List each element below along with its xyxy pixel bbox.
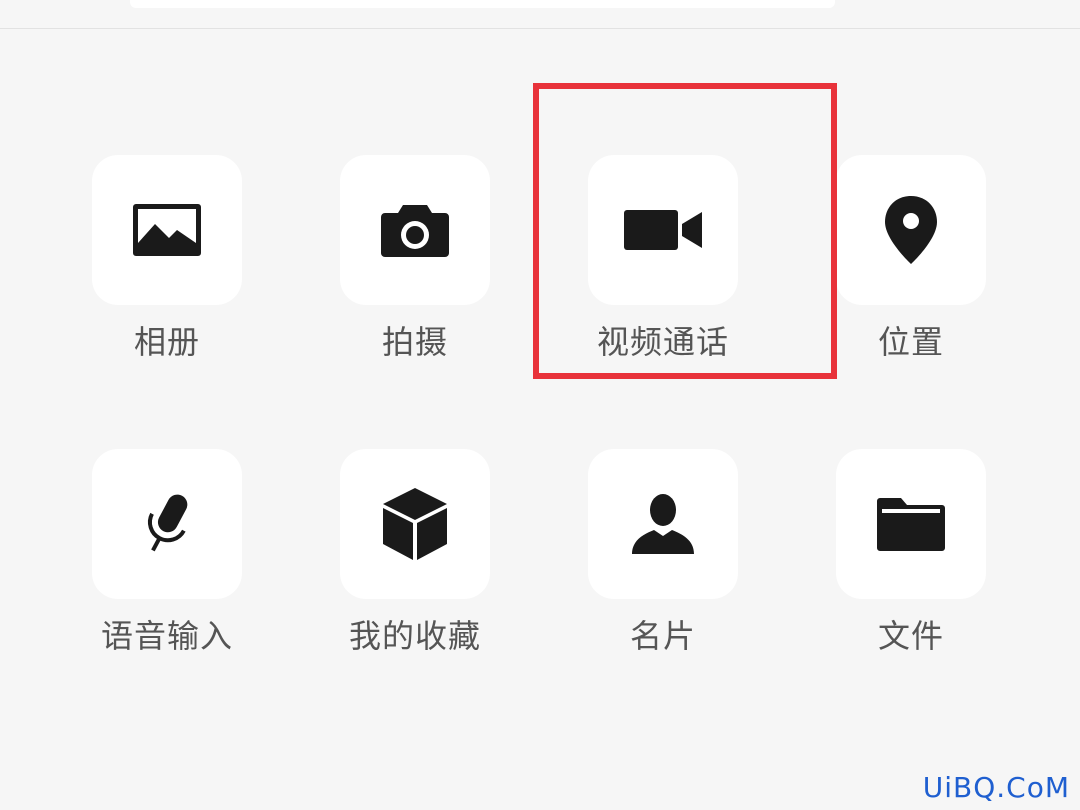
tile-voice-input-label: 语音输入 [100, 617, 233, 655]
tile-shoot-box[interactable] [340, 155, 490, 305]
tile-business-card[interactable]: 名片 [588, 449, 738, 669]
top-bar [0, 0, 1080, 29]
person-icon [630, 492, 696, 556]
location-pin-icon [882, 194, 940, 266]
tile-voice-input[interactable]: 语音输入 [92, 449, 242, 669]
tile-voice-input-box[interactable] [92, 449, 242, 599]
tile-location-label: 位置 [877, 323, 944, 361]
tile-favorites-box[interactable] [340, 449, 490, 599]
tile-video-call-label: 视频通话 [596, 323, 729, 361]
folder-icon [875, 495, 947, 553]
microphone-icon [137, 488, 197, 560]
tile-shoot-label: 拍摄 [381, 323, 448, 361]
tile-file-box[interactable] [836, 449, 986, 599]
tile-business-card-label: 名片 [629, 617, 696, 655]
tile-favorites-label: 我的收藏 [348, 617, 481, 655]
tile-file-label: 文件 [877, 617, 944, 655]
cube-icon [381, 486, 449, 562]
watermark-text: UiBQ.CoM [922, 771, 1070, 804]
tile-video-call[interactable]: 视频通话 [588, 155, 738, 375]
tile-album-label: 相册 [133, 323, 200, 361]
tile-file[interactable]: 文件 [836, 449, 986, 669]
video-camera-icon [622, 206, 704, 254]
message-input-edge[interactable] [130, 0, 835, 8]
tile-video-call-box[interactable] [588, 155, 738, 305]
tile-album-box[interactable] [92, 155, 242, 305]
camera-icon [379, 201, 451, 259]
tile-favorites[interactable]: 我的收藏 [340, 449, 490, 669]
tile-location-box[interactable] [836, 155, 986, 305]
photo-album-icon [131, 202, 203, 258]
more-functions-panel: 相册 拍摄 视频通话 位置 语音输入 我的收藏 名片 文件 [0, 29, 1080, 810]
tile-album[interactable]: 相册 [92, 155, 242, 375]
tile-business-card-box[interactable] [588, 449, 738, 599]
tile-shoot[interactable]: 拍摄 [340, 155, 490, 375]
tile-location[interactable]: 位置 [836, 155, 986, 375]
